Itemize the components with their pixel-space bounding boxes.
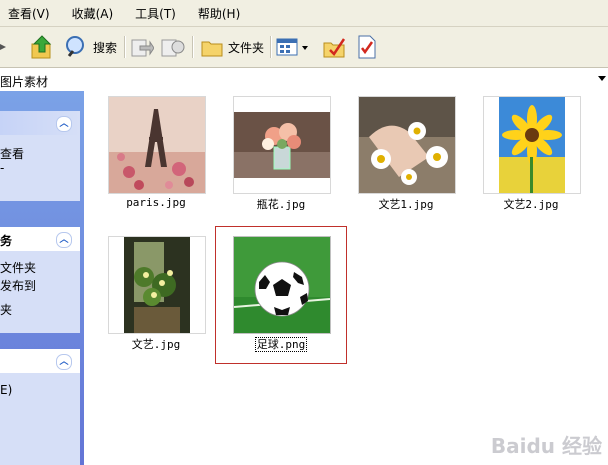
task-panel-other: ︿ E)	[0, 349, 80, 465]
task-panel-header[interactable]: ︿	[0, 111, 80, 135]
copy-to-button[interactable]	[160, 32, 186, 62]
copy-to-icon	[161, 39, 185, 57]
task-link[interactable]: -	[0, 161, 4, 175]
file-name-selected[interactable]: 足球.png	[221, 336, 341, 352]
menu-tools[interactable]: 工具(T)	[135, 5, 176, 22]
search-button[interactable]: 搜索	[64, 32, 117, 62]
address-path: 图片素材	[0, 75, 49, 89]
task-link[interactable]: 夹	[0, 301, 12, 318]
menu-view[interactable]: 查看(V)	[8, 5, 50, 22]
file-name[interactable]: 文艺2.jpg	[471, 196, 591, 212]
image-preview-soccer-ball	[234, 237, 330, 333]
task-panel-header[interactable]: 务 ︿	[0, 227, 80, 251]
up-arrow-icon	[31, 35, 52, 59]
task-panel-body: 文件夹 发布到 夹	[0, 251, 80, 333]
image-preview-flowers-in-vase	[234, 112, 330, 178]
toolbar-separator	[270, 36, 272, 58]
properties-button[interactable]	[356, 32, 378, 62]
file-thumbnail[interactable]	[108, 96, 206, 194]
file-thumbnail[interactable]	[233, 96, 331, 194]
collapse-chevron-icon[interactable]: ︿	[56, 354, 72, 370]
folders-label: 文件夹	[228, 40, 265, 55]
task-panel-body: E)	[0, 373, 80, 465]
file-view: paris.jpg 瓶花.jpg 文艺1.jpg 文艺2.jpg 文艺.jpg …	[84, 91, 608, 465]
image-preview-daisies-in-hand	[359, 97, 455, 193]
views-grid-icon	[276, 38, 308, 56]
move-to-button[interactable]	[130, 32, 154, 62]
address-dropdown-icon[interactable]	[598, 76, 606, 81]
task-link[interactable]: 文件夹	[0, 259, 36, 276]
search-label: 搜索	[93, 40, 118, 55]
menu-help[interactable]: 帮助(H)	[198, 5, 240, 22]
task-link[interactable]: E)	[0, 383, 12, 397]
file-thumbnail[interactable]	[358, 96, 456, 194]
folder-check-button[interactable]	[322, 32, 348, 62]
file-thumbnail[interactable]	[108, 236, 206, 334]
file-thumbnail-selected[interactable]	[233, 236, 331, 334]
menu-bar: 查看(V) 收藏(A) 工具(T) 帮助(H)	[0, 0, 608, 27]
watermark: Baidu 经验	[490, 434, 602, 458]
task-link[interactable]: 查看	[0, 145, 24, 162]
toolbar-separator	[192, 36, 194, 58]
task-panel-title: 务	[0, 234, 13, 248]
document-check-icon	[358, 35, 376, 59]
selected-file-label[interactable]: 足球.png	[254, 337, 308, 352]
file-name[interactable]: 瓶花.jpg	[221, 196, 341, 212]
task-panel-body: 查看 -	[0, 135, 80, 201]
collapse-chevron-icon[interactable]: ︿	[56, 116, 72, 132]
forward-arrow-icon	[0, 44, 6, 50]
image-preview-yellow-daisy	[499, 97, 565, 193]
folders-button[interactable]: 文件夹	[200, 32, 264, 62]
folder-checkmark-icon	[323, 38, 346, 58]
file-name[interactable]: paris.jpg	[96, 196, 216, 209]
task-pane: ︿ 查看 - 务 ︿ 文件夹 发布到 夹 ︿ E)	[0, 91, 84, 465]
menu-favorites[interactable]: 收藏(A)	[72, 5, 114, 22]
task-panel-file-tasks: 务 ︿ 文件夹 发布到 夹	[0, 227, 80, 333]
folder-icon	[201, 41, 223, 57]
file-name[interactable]: 文艺1.jpg	[346, 196, 466, 212]
views-button[interactable]	[276, 32, 310, 62]
toolbar: 搜索 文件夹	[0, 27, 608, 68]
address-bar[interactable]: 图片素材	[0, 68, 608, 92]
move-to-icon	[131, 39, 154, 57]
file-thumbnail[interactable]	[483, 96, 581, 194]
image-preview-eiffel-tower	[109, 97, 205, 193]
image-preview-garden-doorway	[124, 237, 190, 333]
toolbar-separator	[124, 36, 126, 58]
forward-arrow-button[interactable]	[0, 32, 10, 62]
file-name[interactable]: 文艺.jpg	[96, 336, 216, 352]
up-folder-button[interactable]	[30, 32, 54, 62]
collapse-chevron-icon[interactable]: ︿	[56, 232, 72, 248]
search-icon	[66, 36, 84, 57]
task-link[interactable]: 发布到	[0, 277, 36, 294]
task-panel-header[interactable]: ︿	[0, 349, 80, 373]
task-panel-view: ︿ 查看 -	[0, 111, 80, 201]
